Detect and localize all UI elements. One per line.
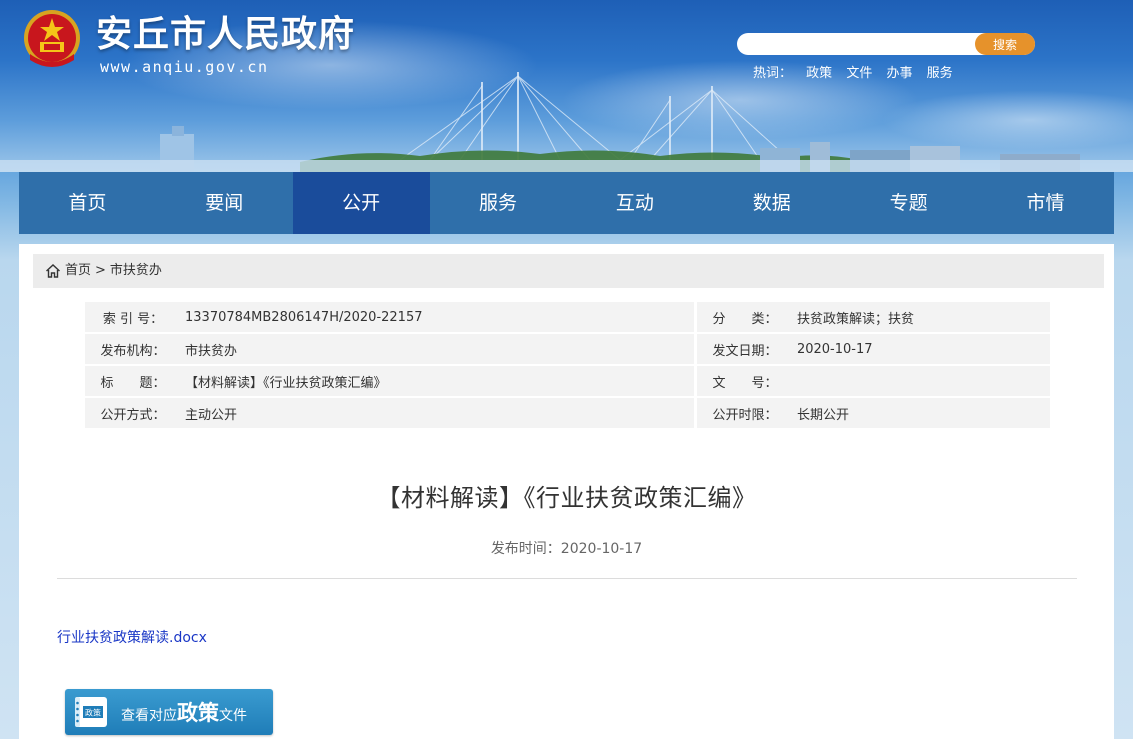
national-emblem-icon: [24, 10, 80, 67]
search-input[interactable]: [749, 35, 969, 53]
meta-doc-no-value: [792, 366, 1050, 396]
meta-row: 发布机构： 市扶贫办 发文日期： 2020-10-17: [85, 334, 1050, 364]
article-title: 【材料解读】《行业扶贫政策汇编》: [376, 484, 757, 512]
nav-open-government[interactable]: 公开: [292, 172, 430, 234]
meta-date-value: 2020-10-17: [792, 334, 1050, 364]
hotwords: 热词： 政策 文件 办事 服务: [753, 62, 963, 81]
home-icon: [46, 264, 60, 278]
policy-book-icon: 政策: [75, 697, 107, 727]
site-url: www.anqiu.gov.cn: [100, 58, 269, 76]
meta-row: 标 题： 【材料解读】《行业扶贫政策汇编》 文 号：: [85, 366, 1050, 396]
meta-title-label: 标 题：: [85, 366, 181, 396]
nav-news[interactable]: 要闻: [156, 172, 293, 234]
header-banner: 安丘市人民政府 www.anqiu.gov.cn 搜索 热词： 政策 文件 办事…: [0, 0, 1133, 172]
meta-open-period-label: 公开时限：: [696, 398, 793, 428]
view-policy-document-label: 查看对应政策文件: [121, 697, 247, 727]
meta-category-label: 分 类：: [696, 302, 793, 332]
content-panel: 首页 > 市扶贫办 索 引 号： 13370784MB2806147H/2020…: [19, 244, 1114, 739]
nav-interaction[interactable]: 互动: [567, 172, 704, 234]
meta-date-label: 发文日期：: [696, 334, 793, 364]
nav-home[interactable]: 首页: [19, 172, 156, 234]
breadcrumb-home[interactable]: 首页: [65, 254, 91, 288]
meta-publisher-label: 发布机构：: [85, 334, 181, 364]
policy-btn-emphasis: 政策: [177, 701, 219, 725]
policy-btn-suffix: 文件: [219, 708, 247, 724]
breadcrumb-current[interactable]: 市扶贫办: [110, 254, 162, 288]
meta-open-mode-label: 公开方式：: [85, 398, 181, 428]
policy-badge-text: 政策: [85, 708, 101, 718]
publish-time: 发布时间：2020-10-17: [490, 541, 643, 557]
site-name: 安丘市人民政府: [96, 14, 356, 55]
main-nav: 首页 要闻 公开 服务 互动 数据 专题 市情: [19, 172, 1114, 234]
search-box: 搜索: [737, 33, 1035, 55]
hotword-documents[interactable]: 文件: [846, 66, 872, 81]
policy-btn-prefix: 查看对应: [121, 708, 177, 724]
meta-row: 公开方式： 主动公开 公开时限： 长期公开: [85, 398, 1050, 428]
meta-publisher-value: 市扶贫办: [181, 334, 694, 364]
meta-open-mode-value: 主动公开: [181, 398, 694, 428]
nav-city-info[interactable]: 市情: [977, 172, 1114, 234]
meta-row: 索 引 号： 13370784MB2806147H/2020-22157 分 类…: [85, 302, 1050, 332]
view-policy-document-button[interactable]: 政策 查看对应政策文件: [65, 689, 273, 735]
meta-category-value: 扶贫政策解读；扶贫: [792, 302, 1050, 332]
meta-open-period-value: 长期公开: [792, 398, 1050, 428]
breadcrumb: 首页 > 市扶贫办: [33, 254, 1104, 288]
meta-index-label: 索 引 号：: [85, 302, 181, 332]
city-skyline-illustration: [0, 72, 1133, 172]
document-meta-table: 索 引 号： 13370784MB2806147H/2020-22157 分 类…: [85, 300, 1050, 430]
meta-index-value: 13370784MB2806147H/2020-22157: [181, 302, 694, 332]
meta-doc-no-label: 文 号：: [696, 366, 793, 396]
hotword-services[interactable]: 服务: [927, 66, 953, 81]
nav-data[interactable]: 数据: [703, 172, 840, 234]
attachment-link[interactable]: 行业扶贫政策解读.docx: [57, 627, 207, 647]
search-button[interactable]: 搜索: [975, 33, 1035, 55]
divider: [57, 578, 1077, 579]
meta-title-value: 【材料解读】《行业扶贫政策汇编》: [181, 366, 694, 396]
nav-services[interactable]: 服务: [430, 172, 567, 234]
hotword-affairs[interactable]: 办事: [886, 66, 912, 81]
hotword-policy[interactable]: 政策: [806, 66, 832, 81]
nav-topics[interactable]: 专题: [840, 172, 977, 234]
hotwords-label: 热词：: [753, 66, 793, 81]
breadcrumb-separator: >: [95, 263, 106, 278]
